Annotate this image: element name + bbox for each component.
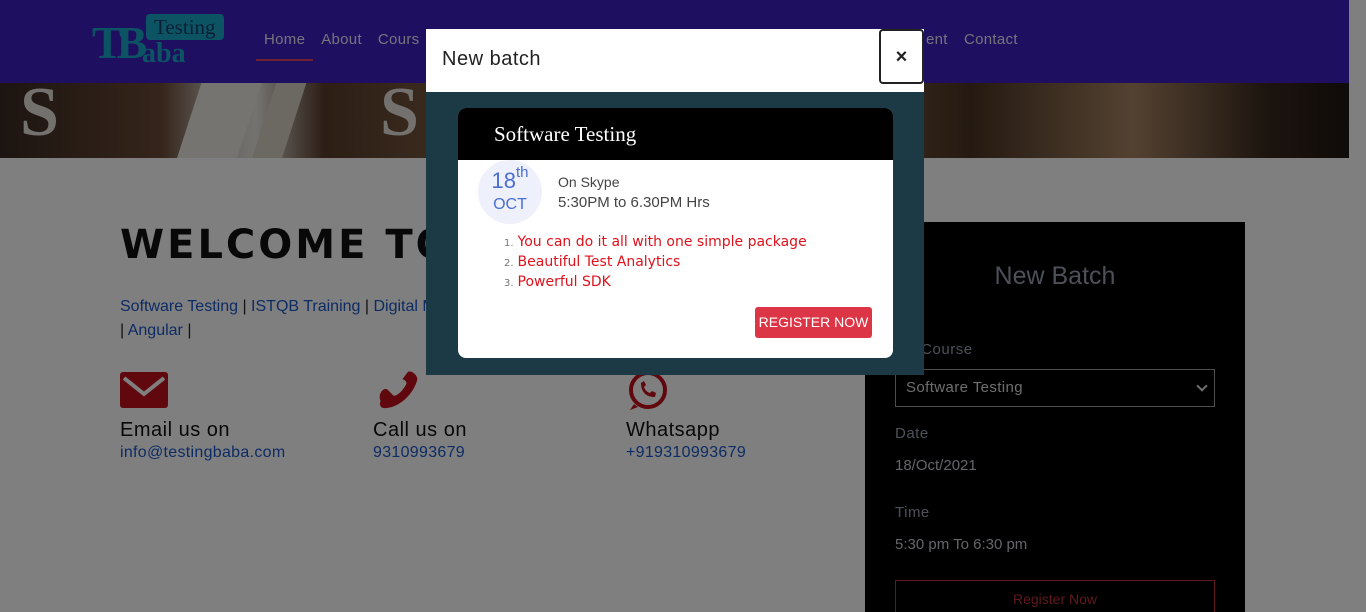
list-item: 3. Powerful SDK: [504, 274, 611, 290]
batch-time: 5:30PM to 6.30PM Hrs: [558, 194, 710, 211]
batch-card-header: Software Testing: [458, 108, 893, 160]
batch-location: On Skype: [558, 174, 620, 190]
modal-header: New batch ×: [426, 29, 924, 92]
list-item: 1. You can do it all with one simple pack…: [504, 234, 807, 250]
batch-date-badge: 18th OCT: [478, 160, 542, 224]
batch-day: 18th: [491, 164, 529, 193]
batch-card-title: Software Testing: [494, 122, 637, 146]
close-button[interactable]: ×: [879, 29, 924, 84]
batch-card: Software Testing 18th OCT On Skype 5:30P…: [458, 108, 893, 358]
register-now-modal-button[interactable]: REGISTER NOW: [755, 307, 872, 338]
modal-title: New batch: [442, 48, 541, 70]
new-batch-modal: New batch × Software Testing 18th OCT On…: [426, 29, 924, 375]
list-item: 2. Beautiful Test Analytics: [504, 254, 681, 270]
feature-list: 1. You can do it all with one simple pack…: [504, 233, 807, 293]
batch-month: OCT: [493, 196, 527, 213]
